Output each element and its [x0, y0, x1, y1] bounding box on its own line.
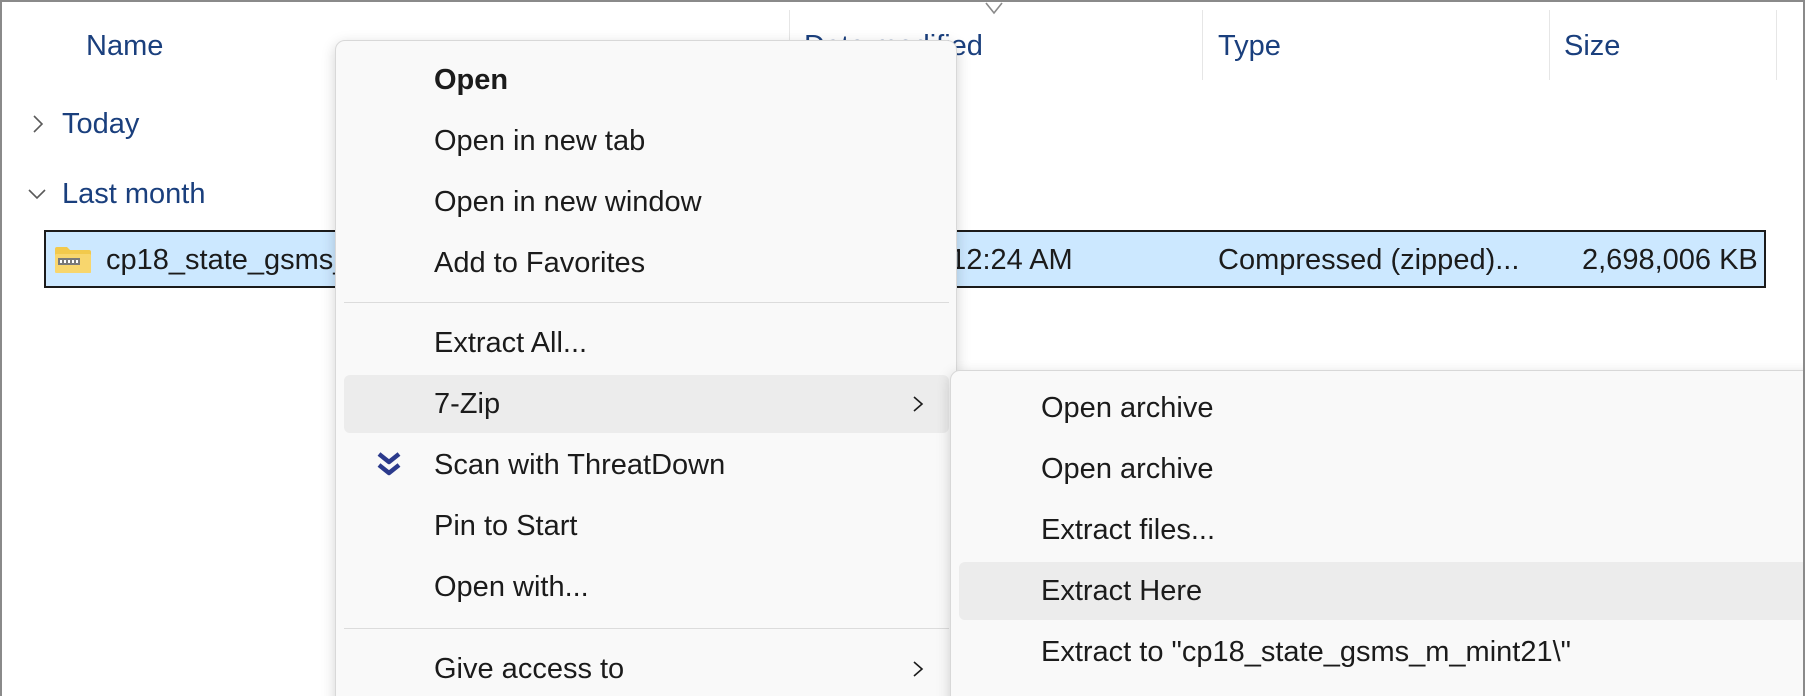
menu-item-open-with[interactable]: Open with...	[344, 558, 949, 616]
menu-item-scan-threatdown[interactable]: Scan with ThreatDown	[344, 436, 949, 494]
context-menu: Open Open in new tab Open in new window …	[335, 40, 957, 696]
file-explorer-window: Name Date modified Type Size Today Last …	[0, 0, 1805, 696]
menu-item-label: Add to Favorites	[434, 247, 646, 279]
menu-item-label: Open in new tab	[434, 125, 646, 157]
menu-item-open[interactable]: Open	[344, 51, 949, 109]
menu-item-extract-all[interactable]: Extract All...	[344, 314, 949, 372]
menu-item-open-new-window[interactable]: Open in new window	[344, 173, 949, 231]
menu-item-label: Open archive	[1041, 392, 1214, 424]
submenu-item-extract-here[interactable]: Extract Here	[959, 562, 1803, 620]
group-header-today[interactable]: Today	[26, 104, 139, 144]
submenu-item-extract-to-folder[interactable]: Extract to "cp18_state_gsms_m_mint21\"	[959, 623, 1803, 681]
column-divider[interactable]	[1549, 10, 1550, 80]
file-size: 2,698,006 KB	[1582, 244, 1758, 276]
menu-item-label: Open with...	[434, 571, 589, 603]
column-divider[interactable]	[1202, 10, 1203, 80]
sort-caret-icon	[985, 2, 1003, 15]
menu-item-give-access-to[interactable]: Give access to	[344, 640, 949, 696]
submenu-item-open-archive[interactable]: Open archive	[959, 379, 1803, 437]
menu-item-pin-to-start[interactable]: Pin to Start	[344, 497, 949, 555]
chevron-right-icon	[33, 115, 44, 133]
menu-item-label: Open archive	[1041, 453, 1214, 485]
threatdown-icon	[377, 452, 401, 476]
zip-folder-icon	[55, 247, 91, 273]
group-label: Last month	[62, 177, 206, 210]
menu-item-label: 7-Zip	[434, 388, 501, 420]
menu-separator	[344, 302, 949, 303]
submenu-item-open-archive-2[interactable]: Open archive	[959, 440, 1803, 498]
column-divider[interactable]	[1776, 10, 1777, 80]
submenu-item-extract-files[interactable]: Extract files...	[959, 501, 1803, 559]
column-name-header[interactable]: Name	[86, 2, 163, 80]
column-size-header[interactable]: Size	[1564, 2, 1620, 80]
file-type: Compressed (zipped)...	[1218, 244, 1520, 276]
chevron-right-icon	[913, 661, 924, 677]
menu-item-label: Open	[434, 64, 509, 96]
menu-item-label: Pin to Start	[434, 510, 578, 542]
menu-separator	[344, 628, 949, 629]
menu-item-label: Extract Here	[1041, 575, 1203, 607]
submenu-7zip: Open archive Open archive Extract files.…	[950, 370, 1803, 696]
menu-item-label: Give access to	[434, 653, 625, 685]
column-type-header[interactable]: Type	[1218, 2, 1281, 80]
menu-item-label: Scan with ThreatDown	[434, 449, 726, 481]
menu-item-label: Extract All...	[434, 327, 588, 359]
menu-item-open-new-tab[interactable]: Open in new tab	[344, 112, 949, 170]
menu-item-label: Extract to "cp18_state_gsms_m_mint21\"	[1041, 636, 1571, 668]
menu-item-7zip[interactable]: 7-Zip	[344, 375, 949, 433]
menu-item-label: Extract files...	[1041, 514, 1216, 546]
group-header-last-month[interactable]: Last month	[26, 174, 205, 214]
menu-item-label: Open in new window	[434, 186, 702, 218]
group-label: Today	[62, 107, 140, 140]
chevron-right-icon	[913, 396, 924, 412]
chevron-down-icon	[28, 189, 46, 200]
menu-item-add-to-favorites[interactable]: Add to Favorites	[344, 234, 949, 292]
